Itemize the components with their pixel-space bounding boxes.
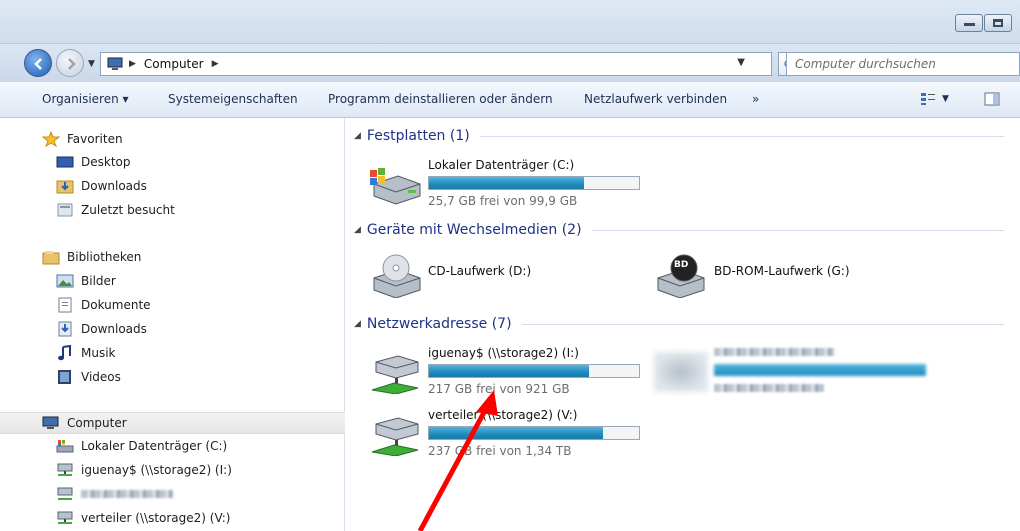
- system-drive-icon: [370, 168, 421, 205]
- collapse-icon[interactable]: ◢: [354, 225, 361, 235]
- maximize-button[interactable]: [984, 14, 1012, 32]
- drive-tile-redacted[interactable]: [654, 346, 954, 398]
- drive-tile-v[interactable]: verteiler (\\storage2) (V:) 237 GB frei …: [368, 408, 658, 460]
- drive-name: CD-Laufwerk (D:): [428, 264, 532, 278]
- drive-usage-bar: [428, 364, 640, 378]
- nav-computer[interactable]: Computer: [0, 412, 345, 434]
- drive-name: iguenay$ (\\storage2) (I:): [428, 346, 579, 360]
- address-bar[interactable]: ▶ Computer ▶ ▼: [100, 52, 772, 76]
- group-removable[interactable]: ◢ Geräte mit Wechselmedien (2): [354, 222, 1004, 238]
- nav-library-downloads[interactable]: Downloads: [0, 318, 345, 340]
- drive-usage-fill: [429, 365, 589, 377]
- network-drive-icon: [371, 417, 419, 456]
- drive-usage-fill: [429, 427, 604, 439]
- network-drive-icon: [57, 487, 73, 500]
- nav-desktop[interactable]: Desktop: [0, 151, 345, 173]
- back-arrow-icon: [34, 58, 42, 70]
- maximize-icon: [993, 19, 1003, 27]
- navigation-pane: Favoriten Desktop Downloads Zuletzt besu…: [0, 118, 345, 531]
- nav-documents[interactable]: Dokumente: [0, 294, 345, 316]
- drive-free-space: 25,7 GB frei von 99,9 GB: [428, 194, 578, 208]
- uninstall-program-button[interactable]: Programm deinstallieren oder ändern: [328, 92, 553, 106]
- drive-tile-d[interactable]: CD-Laufwerk (D:): [368, 250, 618, 302]
- group-network[interactable]: ◢ Netzwerkadresse (7): [354, 316, 1004, 332]
- group-divider: [591, 229, 1004, 231]
- redacted-free-space: [714, 384, 824, 392]
- pictures-icon: [56, 274, 74, 288]
- group-hard-disks[interactable]: ◢ Festplatten (1): [354, 128, 1004, 144]
- nav-drive-i[interactable]: iguenay$ (\\storage2) (I:): [0, 459, 345, 481]
- recent-places-icon: [57, 203, 73, 217]
- computer-icon: [42, 416, 59, 429]
- downloads-library-icon: [58, 321, 72, 337]
- redacted-usage-bar: [714, 364, 926, 376]
- breadcrumb-separator-icon[interactable]: ▶: [212, 59, 219, 69]
- videos-icon: [58, 370, 71, 384]
- collapse-icon[interactable]: ◢: [354, 131, 361, 141]
- drive-usage-fill: [429, 177, 585, 189]
- nav-pictures[interactable]: Bilder: [0, 270, 345, 292]
- libraries-icon: [42, 251, 60, 265]
- minimize-icon: [964, 23, 975, 26]
- nav-drive-v[interactable]: verteiler (\\storage2) (V:): [0, 507, 345, 529]
- window-titlebar: [0, 0, 1020, 44]
- drive-tile-c[interactable]: Lokaler Datenträger (C:) 25,7 GB frei vo…: [368, 158, 658, 210]
- drive-tile-g[interactable]: BD BD-ROM-Laufwerk (G:): [654, 250, 904, 302]
- network-drive-icon: [57, 511, 73, 524]
- nav-downloads[interactable]: Downloads: [0, 175, 345, 197]
- bd-badge: BD: [674, 260, 689, 270]
- breadcrumb-separator-icon[interactable]: ▶: [129, 59, 136, 69]
- drive-free-space: 217 GB frei von 921 GB: [428, 382, 570, 396]
- downloads-folder-icon: [56, 180, 74, 194]
- nav-recent-places[interactable]: Zuletzt besucht: [0, 199, 345, 221]
- address-row: ▼ ▶ Computer ▶ ▼ ⟳ Computer durchsuchen: [0, 44, 1020, 82]
- content-pane: ◢ Festplatten (1) Lokaler Datenträger (C…: [346, 118, 1020, 531]
- drive-usage-bar: [428, 176, 640, 190]
- drive-name: verteiler (\\storage2) (V:): [428, 408, 578, 422]
- drive-usage-bar: [428, 426, 640, 440]
- search-input[interactable]: Computer durchsuchen: [786, 52, 1020, 76]
- music-icon: [58, 345, 71, 361]
- nav-drive-redacted[interactable]: [0, 483, 345, 505]
- desktop-icon: [56, 156, 74, 168]
- minimize-button[interactable]: [955, 14, 983, 32]
- cd-drive-icon: [373, 254, 421, 298]
- forward-button[interactable]: [56, 49, 84, 77]
- drive-tile-i[interactable]: iguenay$ (\\storage2) (I:) 217 GB frei v…: [368, 346, 658, 398]
- more-commands-button[interactable]: »: [752, 92, 759, 106]
- drive-name: Lokaler Datenträger (C:): [428, 158, 575, 172]
- nav-libraries[interactable]: Bibliotheken: [0, 246, 345, 268]
- computer-icon: [107, 57, 123, 70]
- history-dropdown-icon[interactable]: ▼: [88, 59, 95, 69]
- back-button[interactable]: [24, 49, 52, 77]
- network-drive-icon: [57, 463, 73, 476]
- view-dropdown-icon[interactable]: ▼: [942, 94, 949, 104]
- breadcrumb-computer[interactable]: Computer: [144, 57, 204, 71]
- organize-menu[interactable]: Organisieren ▾: [42, 92, 129, 106]
- command-bar: Organisieren ▾ Systemeigenschaften Progr…: [0, 82, 1020, 118]
- map-network-drive-button[interactable]: Netzlaufwerk verbinden: [584, 92, 727, 106]
- preview-pane-icon[interactable]: [984, 92, 1000, 106]
- redacted-label: [714, 348, 834, 356]
- star-icon: [42, 131, 60, 147]
- network-drive-icon: [371, 355, 419, 394]
- redacted-icon: [654, 352, 708, 392]
- nav-favorites[interactable]: Favoriten: [0, 128, 345, 150]
- system-properties-button[interactable]: Systemeigenschaften: [168, 92, 298, 106]
- nav-music[interactable]: Musik: [0, 342, 345, 364]
- drive-name: BD-ROM-Laufwerk (G:): [714, 264, 850, 278]
- address-dropdown-icon[interactable]: ▼: [737, 57, 745, 68]
- group-divider: [521, 323, 1004, 325]
- forward-arrow-icon: [68, 58, 76, 70]
- system-drive-icon: [56, 440, 74, 453]
- documents-icon: [58, 297, 72, 313]
- group-divider: [479, 135, 1004, 137]
- drive-free-space: 237 GB frei von 1,34 TB: [428, 444, 572, 458]
- nav-videos[interactable]: Videos: [0, 366, 345, 388]
- nav-drive-c[interactable]: Lokaler Datenträger (C:): [0, 435, 345, 457]
- redacted-label: [81, 490, 173, 498]
- change-view-icon[interactable]: [920, 92, 936, 106]
- collapse-icon[interactable]: ◢: [354, 319, 361, 329]
